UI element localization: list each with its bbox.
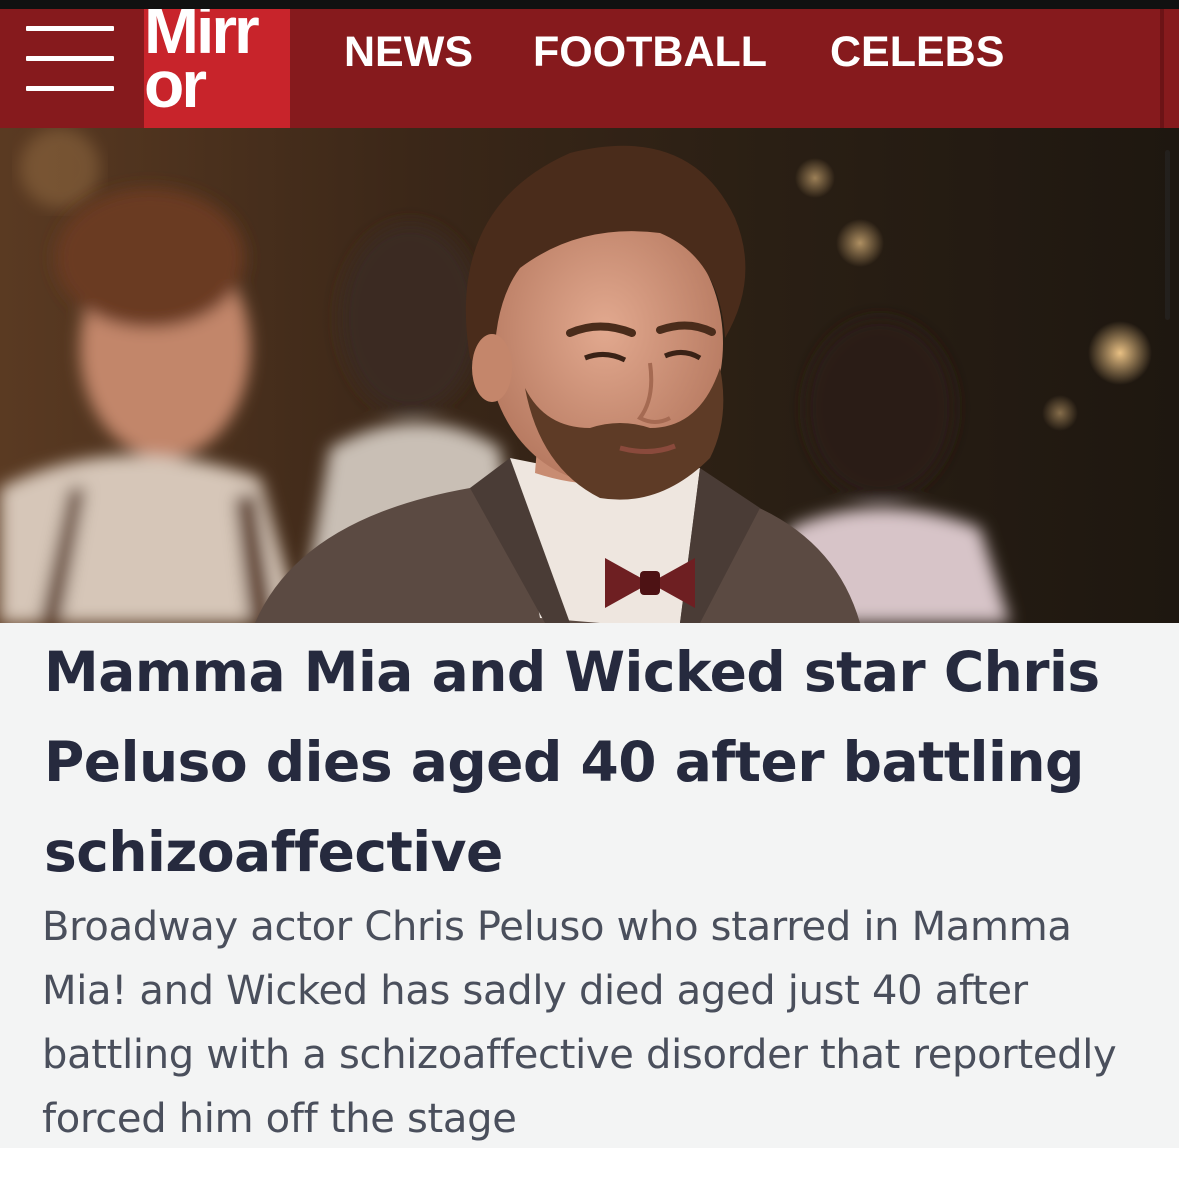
nav-celebs[interactable]: CELEBS: [830, 28, 1004, 76]
mirror-logo[interactable]: Mirr or: [144, 9, 290, 128]
menu-bar-top: [26, 26, 114, 31]
scrollbar-thumb[interactable]: [1165, 150, 1170, 320]
header-edge: [1160, 9, 1164, 128]
article-standfirst: Broadway actor Chris Peluso who starred …: [42, 904, 1117, 1142]
nav-news[interactable]: NEWS: [344, 28, 473, 76]
status-strip: [0, 0, 1179, 9]
menu-bar-middle: [26, 56, 114, 61]
hamburger-menu-icon[interactable]: [26, 26, 116, 96]
article-headline[interactable]: Mamma Mia and Wicked star Chris Peluso d…: [44, 627, 1154, 897]
logo-text-line-2: or: [144, 47, 207, 121]
hero-photo: [0, 128, 1179, 623]
article-summary: Mamma Mia and Wicked star Chris Peluso d…: [0, 623, 1179, 1148]
nav-football[interactable]: FOOTBALL: [533, 28, 767, 76]
menu-bar-bottom: [26, 86, 114, 91]
